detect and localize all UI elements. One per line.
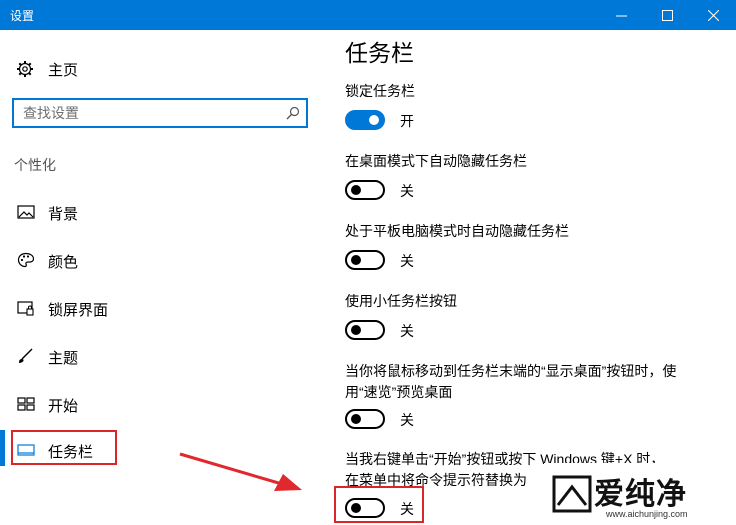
toggle-state-label: 开	[400, 113, 414, 129]
section-label-personalization: 个性化	[14, 157, 56, 173]
main-content: 任务栏 锁定任务栏 开 在桌面模式下自动隐藏任务栏 关 处于平板电脑模式时自动隐…	[324, 30, 736, 525]
palette-icon	[17, 252, 35, 268]
brush-icon	[19, 348, 33, 363]
toggle-knob	[351, 414, 361, 424]
toggle-state-label: 关	[400, 253, 414, 269]
setting-autohide-desktop: 关	[345, 179, 414, 201]
toggle-state-label: 关	[400, 412, 414, 428]
sidebar-item-label: 颜色	[48, 254, 79, 271]
watermark-brand: 爱纯净	[594, 478, 687, 511]
home-link[interactable]: 主页	[16, 58, 78, 80]
setting-small-buttons: 关	[345, 319, 414, 341]
autohide-tablet-toggle[interactable]	[345, 250, 385, 270]
sidebar-item-label: 开始	[48, 398, 79, 415]
setting-label-line: 用“速览”预览桌面	[345, 384, 453, 400]
sidebar-item-label: 背景	[48, 206, 79, 223]
search-icon[interactable]	[286, 106, 300, 120]
watermark-url: www.aichunjing.com	[606, 509, 688, 519]
logo-icon	[552, 475, 592, 513]
small-buttons-toggle[interactable]	[345, 320, 385, 340]
page-title: 任务栏	[345, 40, 414, 66]
picture-icon	[17, 205, 35, 219]
sidebar-item-themes[interactable]: 主题	[0, 336, 324, 376]
lock-screen-icon	[17, 301, 34, 316]
watermark: 爱纯净 www.aichunjing.com	[544, 463, 736, 525]
setting-label-small-buttons: 使用小任务栏按钮	[345, 293, 457, 309]
highlight-frame-taskbar	[11, 430, 117, 465]
setting-label-autohide-desktop: 在桌面模式下自动隐藏任务栏	[345, 153, 527, 169]
setting-lock-taskbar: 开	[345, 109, 414, 131]
toggle-knob	[351, 325, 361, 335]
toggle-state-label: 关	[400, 183, 414, 199]
close-button[interactable]	[690, 0, 736, 30]
setting-autohide-tablet: 关	[345, 249, 414, 271]
start-grid-icon	[17, 397, 35, 411]
search-input[interactable]	[23, 103, 273, 123]
highlight-frame-toggle	[334, 486, 424, 523]
sidebar-item-label: 锁屏界面	[48, 302, 109, 319]
title-bar: 设置	[0, 0, 736, 30]
peek-toggle[interactable]	[345, 409, 385, 429]
setting-label-autohide-tablet: 处于平板电脑模式时自动隐藏任务栏	[345, 223, 569, 239]
gear-icon	[17, 61, 33, 77]
home-label: 主页	[48, 61, 79, 79]
sidebar-item-colors[interactable]: 颜色	[0, 240, 324, 280]
setting-label-lock-taskbar: 锁定任务栏	[345, 83, 415, 99]
toggle-knob	[351, 185, 361, 195]
minimize-icon	[615, 15, 627, 16]
sidebar-item-background[interactable]: 背景	[0, 192, 324, 232]
sidebar-item-start[interactable]: 开始	[0, 384, 324, 424]
sidebar-item-label: 主题	[48, 350, 79, 367]
setting-label-line: 当你将鼠标移动到任务栏末端的“显示桌面”按钮时，使	[345, 363, 677, 379]
maximize-button[interactable]	[644, 0, 690, 30]
close-icon	[707, 9, 719, 21]
setting-peek: 关	[345, 408, 414, 430]
sidebar-item-lock-screen[interactable]: 锁屏界面	[0, 288, 324, 328]
toggle-state-label: 关	[400, 323, 414, 339]
search-box[interactable]	[12, 98, 308, 128]
minimize-button[interactable]	[598, 0, 644, 30]
toggle-knob	[351, 255, 361, 265]
setting-label-peek: 当你将鼠标移动到任务栏末端的“显示桌面”按钮时，使 用“速览”预览桌面	[345, 361, 715, 403]
red-arrow-icon	[179, 452, 302, 491]
window-title: 设置	[10, 9, 35, 23]
autohide-desktop-toggle[interactable]	[345, 180, 385, 200]
lock-taskbar-toggle[interactable]	[345, 110, 385, 130]
toggle-knob	[369, 115, 379, 125]
maximize-icon	[661, 9, 673, 21]
